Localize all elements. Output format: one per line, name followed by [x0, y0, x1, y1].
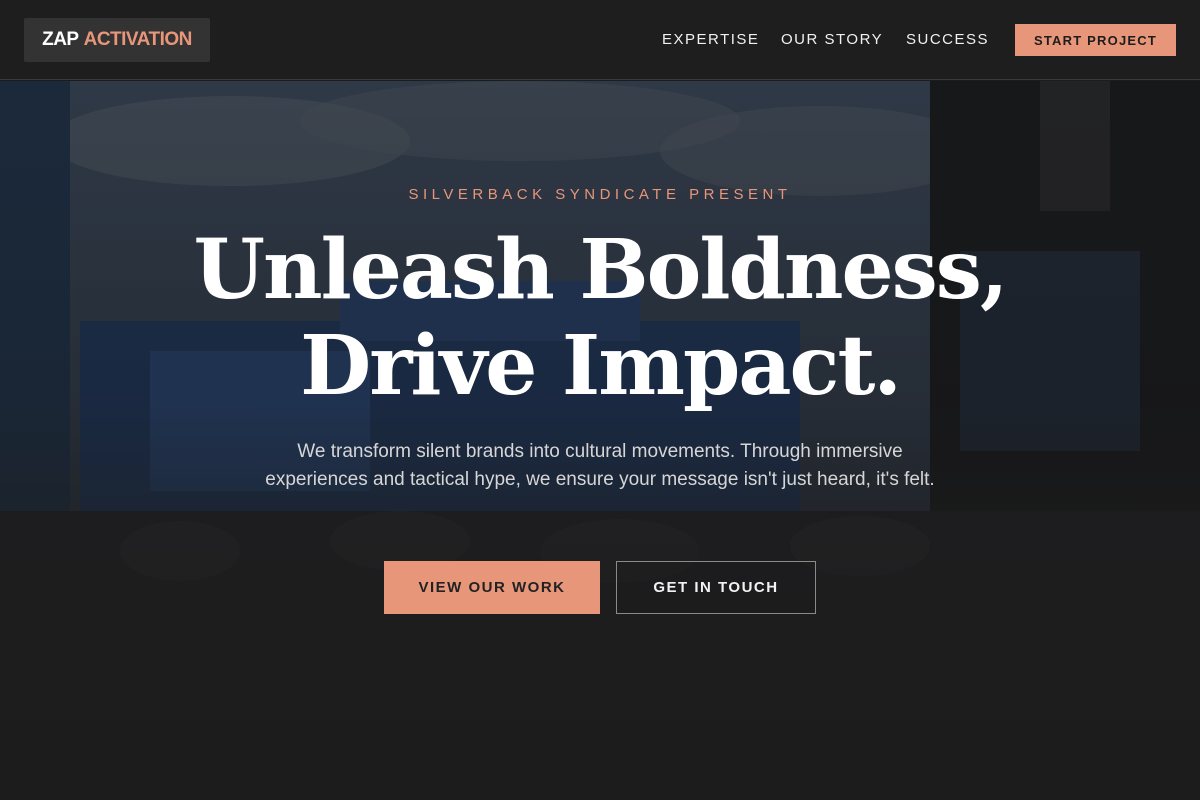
- brand-name-part2: ACTIVATION: [83, 29, 193, 50]
- headline-line-2: Drive Impact.: [300, 318, 902, 414]
- nav-link-our-story[interactable]: OUR STORY: [781, 31, 883, 48]
- nav-link-expertise[interactable]: EXPERTISE: [662, 31, 759, 48]
- hero-headline: Unleash Boldness, Drive Impact.: [0, 222, 1200, 414]
- hero-eyebrow: SILVERBACK SYNDICATE PRESENT: [408, 186, 792, 203]
- site-header: ZAP ACTIVATION EXPERTISE OUR STORY SUCCE…: [0, 0, 1200, 80]
- view-our-work-button[interactable]: VIEW OUR WORK: [384, 561, 600, 614]
- brand-name-part1: ZAP: [42, 29, 79, 50]
- headline-line-1: Unleash Boldness,: [193, 222, 1008, 318]
- start-project-button[interactable]: START PROJECT: [1015, 24, 1176, 56]
- brand-logo[interactable]: ZAP ACTIVATION: [24, 18, 210, 62]
- nav-link-success[interactable]: SUCCESS: [906, 31, 989, 48]
- hero-subtext: We transform silent brands into cultural…: [265, 441, 935, 490]
- get-in-touch-button[interactable]: GET IN TOUCH: [616, 561, 816, 614]
